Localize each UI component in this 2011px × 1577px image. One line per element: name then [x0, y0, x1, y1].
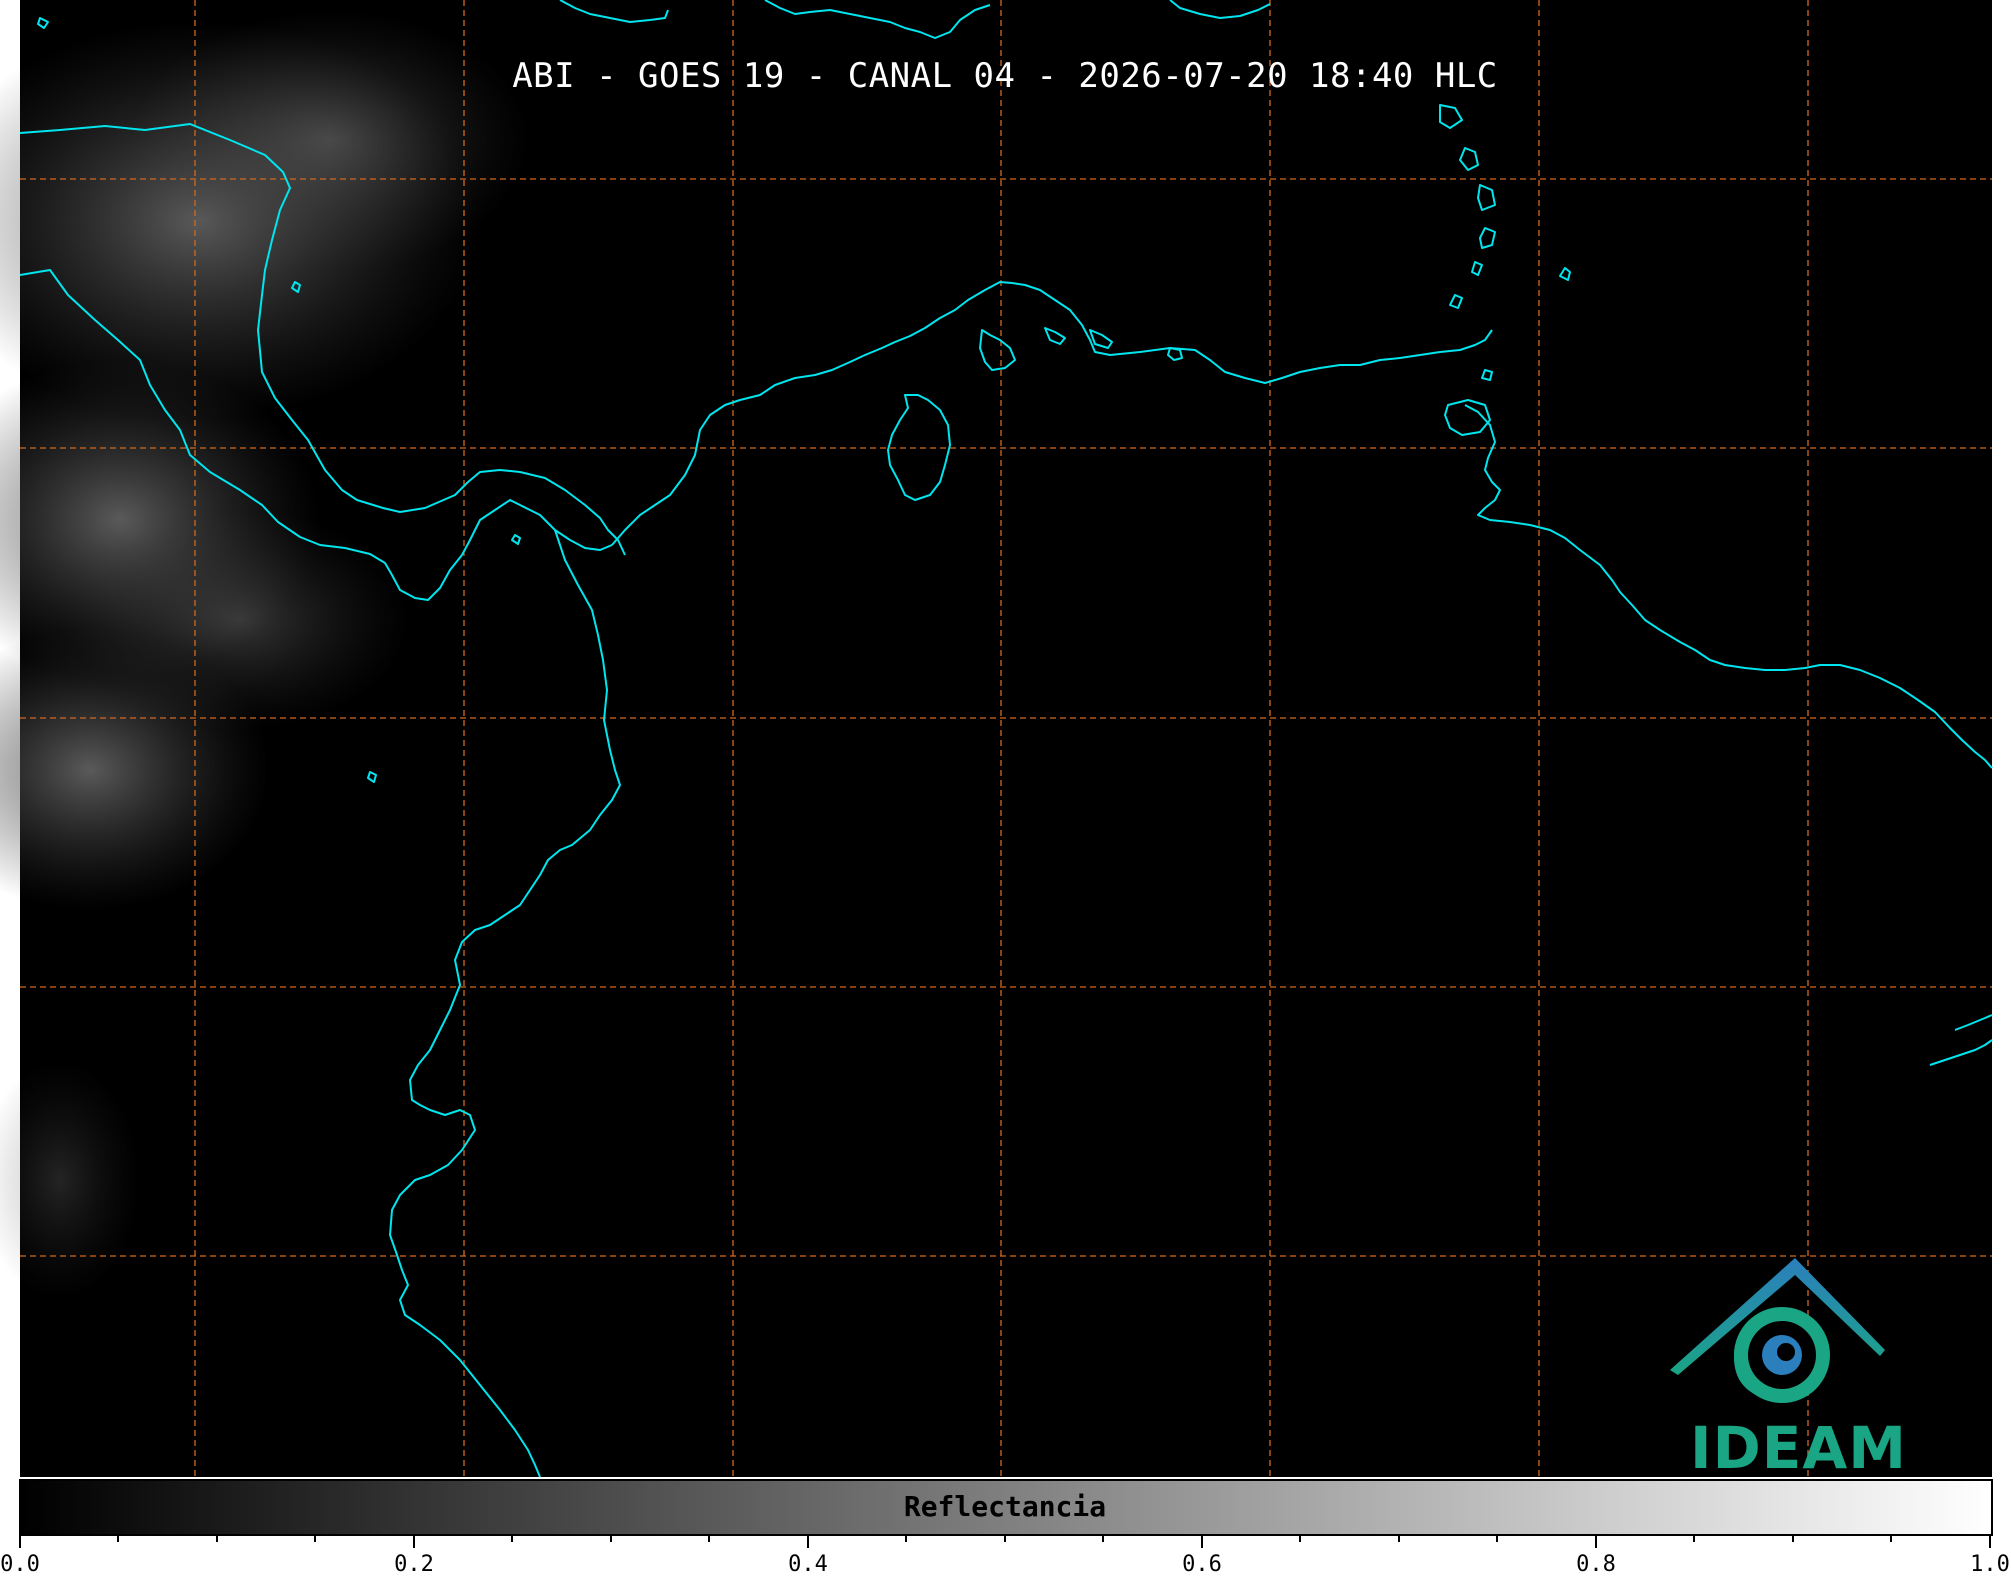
- satellite-map: [0, 0, 1993, 1548]
- colorbar-tick-label: 0.0: [0, 1552, 40, 1577]
- satellite-image-viewer: ABI - GOES 19 - CANAL 04 - 2026-07-20 18…: [0, 0, 2011, 1577]
- ideam-logo-text: IDEAM: [1690, 1414, 1907, 1482]
- colorbar-label: Reflectancia: [903, 1490, 1107, 1523]
- colorbar-tick-label: 0.2: [394, 1552, 434, 1577]
- colorbar-ticks: [19, 1535, 1991, 1548]
- colorbar-tick-label: 0.4: [788, 1552, 828, 1577]
- colorbar-tick-label: 0.6: [1182, 1552, 1222, 1577]
- colorbar-tick-label: 0.8: [1576, 1552, 1616, 1577]
- colorbar-tick-label: 1.0: [1970, 1552, 2010, 1577]
- image-title: ABI - GOES 19 - CANAL 04 - 2026-07-20 18…: [512, 56, 1498, 96]
